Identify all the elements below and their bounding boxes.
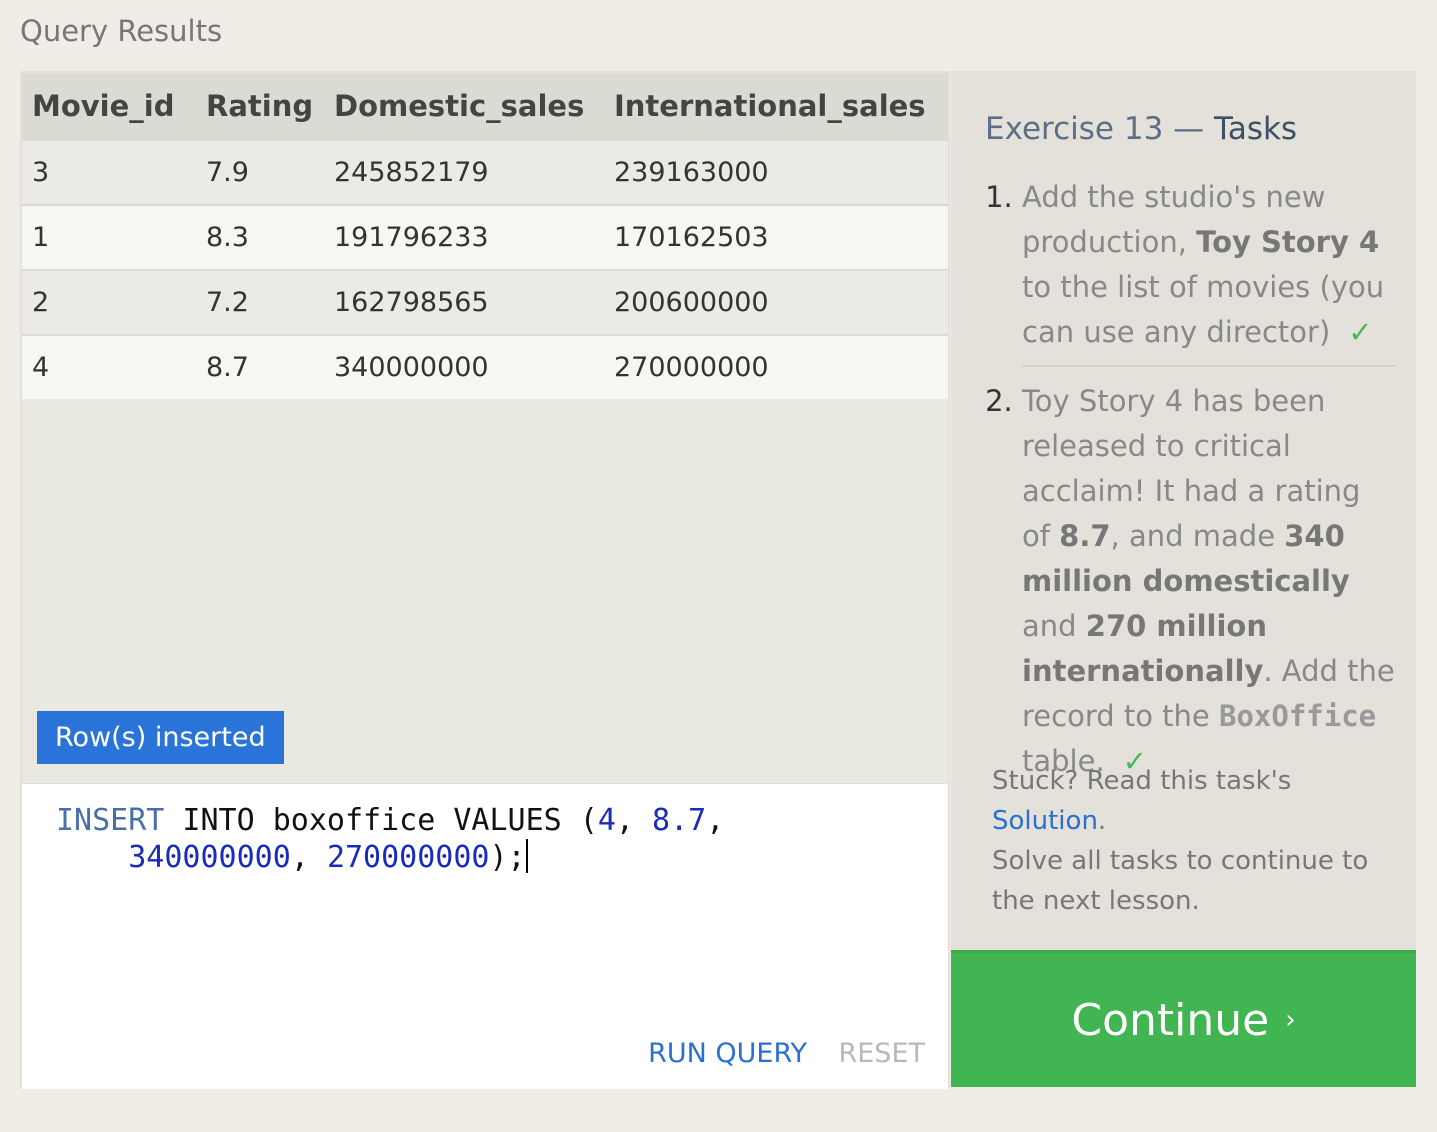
- solve-all-text: Solve all tasks to continue to the next …: [992, 846, 1369, 916]
- code-text[interactable]: INSERT INTO boxoffice VALUES (4, 8.7, 34…: [56, 802, 926, 876]
- table-header-row: Movie_id Rating Domestic_sales Internati…: [22, 73, 948, 140]
- code-number: 8.7: [652, 803, 707, 838]
- table-cell: 270000000: [614, 352, 769, 383]
- code-number: 270000000: [326, 840, 490, 875]
- table-cell: 8.7: [206, 352, 249, 383]
- code-text-segment: ,: [290, 840, 327, 875]
- table-cell: 245852179: [334, 157, 489, 188]
- table-row: 1 8.3 191796233 170162503: [22, 205, 948, 270]
- continue-label: Continue: [1071, 994, 1270, 1046]
- query-panel: Movie_id Rating Domestic_sales Internati…: [20, 71, 950, 1089]
- task-text: and: [1022, 609, 1086, 643]
- code-number: 340000000: [128, 840, 291, 875]
- exercise-label: Exercise 13 —: [985, 111, 1215, 147]
- stuck-text: Stuck? Read this task's: [992, 766, 1292, 796]
- table-cell: 7.9: [206, 157, 249, 188]
- column-header: International_sales: [604, 73, 948, 140]
- tasks-panel: Exercise 13 — Tasks Add the studio's new…: [951, 71, 1416, 951]
- table-cell: 7.2: [206, 287, 249, 318]
- table-row: 4 8.7 340000000 270000000: [22, 335, 948, 399]
- code-text-segment: ,: [615, 803, 653, 838]
- chevron-right-icon: ›: [1285, 1005, 1296, 1035]
- tasks-heading: Exercise 13 — Tasks: [985, 111, 1396, 147]
- run-query-button[interactable]: RUN QUERY: [648, 1038, 807, 1069]
- code-text-segment: INTO boxoffice VALUES (: [164, 803, 598, 838]
- text-cursor: [525, 839, 528, 873]
- table-name-code: BoxOffice: [1219, 699, 1377, 733]
- table-cell: 2: [32, 287, 50, 318]
- task-list: Add the studio's new production, Toy Sto…: [985, 175, 1396, 790]
- status-badge: Row(s) inserted: [37, 711, 284, 764]
- table-cell: 191796233: [334, 222, 489, 253]
- table-cell: 162798565: [334, 287, 489, 318]
- table-cell: 1: [32, 222, 50, 253]
- results-table: Movie_id Rating Domestic_sales Internati…: [22, 73, 948, 399]
- code-text-segment: );: [489, 840, 526, 875]
- checkmark-icon: ✓: [1348, 315, 1373, 349]
- table-cell: 3: [32, 157, 50, 188]
- results-area: Movie_id Rating Domestic_sales Internati…: [22, 73, 948, 783]
- table-cell: 340000000: [334, 352, 489, 383]
- code-text-segment: ,: [706, 803, 725, 838]
- task-text: , and made: [1110, 519, 1285, 553]
- table-row: 3 7.9 245852179 239163000: [22, 140, 948, 205]
- column-header: Domestic_sales: [324, 73, 604, 140]
- task-bold-text: Toy Story 4: [1196, 225, 1380, 259]
- solution-link[interactable]: Solution: [992, 806, 1098, 836]
- task-bold-text: 8.7: [1059, 519, 1111, 553]
- reset-button[interactable]: RESET: [838, 1038, 925, 1069]
- continue-button[interactable]: Continue ›: [951, 950, 1416, 1087]
- code-number: 4: [597, 803, 616, 838]
- table-cell: 170162503: [614, 222, 769, 253]
- table-row: 2 7.2 162798565 200600000: [22, 270, 948, 335]
- tasks-label: Tasks: [1214, 111, 1298, 147]
- column-header: Movie_id: [22, 73, 196, 140]
- code-keyword: INSERT: [56, 803, 165, 838]
- table-cell: 239163000: [614, 157, 769, 188]
- table-cell: 8.3: [206, 222, 249, 253]
- sql-editor[interactable]: INSERT INTO boxoffice VALUES (4, 8.7, 34…: [22, 783, 948, 1089]
- task-text: to the list of movies (you can use any d…: [1022, 270, 1385, 349]
- page-title: Query Results: [20, 14, 223, 48]
- stuck-help: Stuck? Read this task's Solution. Solve …: [992, 761, 1402, 921]
- column-header: Rating: [196, 73, 324, 140]
- task-item: Toy Story 4 has been released to critica…: [1022, 379, 1396, 790]
- task-item: Add the studio's new production, Toy Sto…: [1022, 175, 1396, 367]
- solution-period: .: [1097, 806, 1107, 836]
- table-cell: 4: [32, 352, 50, 383]
- table-cell: 200600000: [614, 287, 769, 318]
